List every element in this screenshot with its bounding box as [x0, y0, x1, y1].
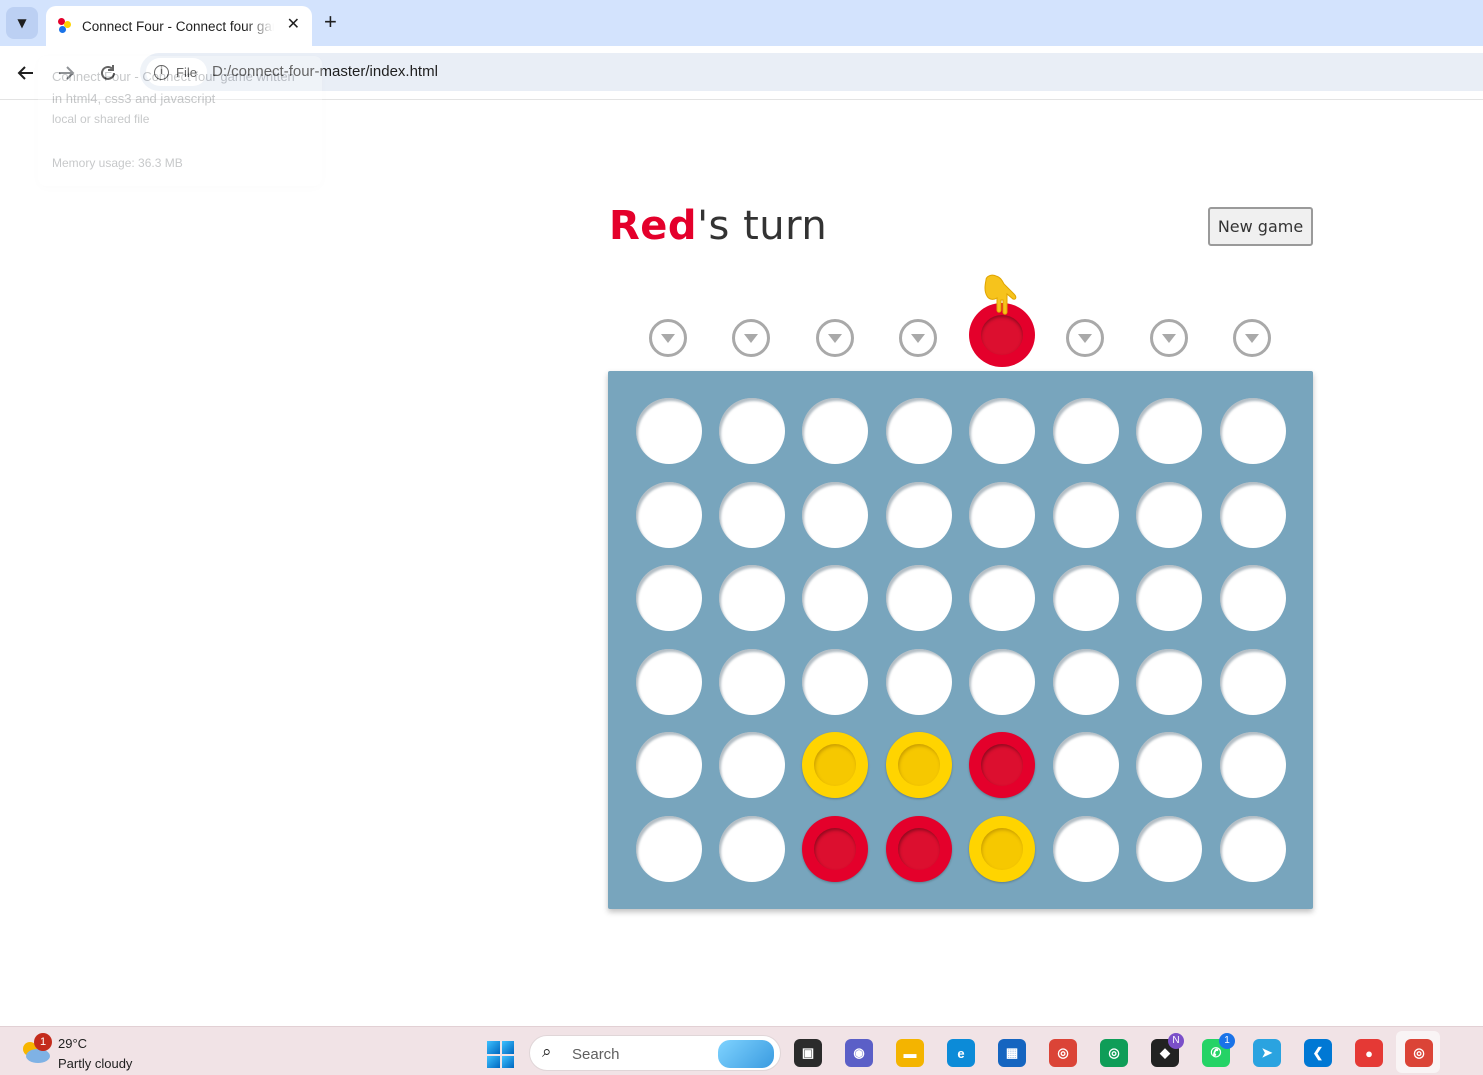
chevron-down-icon: ▼	[17, 16, 27, 30]
new-game-button[interactable]: New game	[1208, 207, 1313, 246]
empty-slot[interactable]	[802, 482, 868, 548]
drop-arrow-icon[interactable]	[649, 319, 687, 357]
empty-slot[interactable]	[1053, 816, 1119, 882]
empty-slot[interactable]	[1053, 732, 1119, 798]
empty-slot[interactable]	[1053, 398, 1119, 464]
red-disc[interactable]	[802, 816, 868, 882]
tab-title: Connect Four - Connect four game written…	[82, 18, 274, 34]
empty-slot[interactable]	[1220, 565, 1286, 631]
turn-suffix: 's turn	[697, 203, 828, 249]
empty-slot[interactable]	[1053, 482, 1119, 548]
yellow-disc[interactable]	[802, 732, 868, 798]
new-tab-button[interactable]: +	[324, 9, 337, 35]
empty-slot[interactable]	[719, 565, 785, 631]
chrome-icon[interactable]: ◎	[1049, 1039, 1077, 1067]
drop-arrow-icon[interactable]	[1233, 319, 1271, 357]
microsoft-store-icon[interactable]: ▦	[998, 1039, 1026, 1067]
empty-slot[interactable]	[636, 816, 702, 882]
drop-arrow-icon[interactable]	[732, 319, 770, 357]
red-disc[interactable]	[886, 816, 952, 882]
vscode-icon[interactable]: ❮	[1304, 1039, 1332, 1067]
weather-description[interactable]: Partly cloudy	[58, 1056, 132, 1071]
windows-taskbar: 1 29°C Partly cloudy ⌕ Search ▣ ◉ ▬ e ▦ ◎ ◎ ◆ ✆ ➤…	[0, 1026, 1483, 1075]
empty-slot[interactable]	[1220, 816, 1286, 882]
back-arrow-icon[interactable]	[12, 59, 40, 87]
search-icon: ⌕	[542, 1042, 552, 1062]
empty-slot[interactable]	[636, 649, 702, 715]
empty-slot[interactable]	[802, 398, 868, 464]
favicon-icon	[58, 18, 72, 34]
windows-start-button[interactable]	[487, 1041, 514, 1068]
empty-slot[interactable]	[1136, 816, 1202, 882]
chrome-active-icon[interactable]: ◎	[1405, 1039, 1433, 1067]
tab-connect-four[interactable]: Connect Four - Connect four game written…	[46, 6, 312, 46]
drop-arrow-icon[interactable]	[899, 319, 937, 357]
telegram-icon[interactable]: ➤	[1253, 1039, 1281, 1067]
tab-strip: ▼ Connect Four - Connect four game writt…	[0, 0, 1483, 46]
empty-slot[interactable]	[1053, 565, 1119, 631]
empty-slot[interactable]	[969, 649, 1035, 715]
file-explorer-icon[interactable]: ▬	[896, 1039, 924, 1067]
empty-slot[interactable]	[1136, 565, 1202, 631]
github-badge: N	[1168, 1033, 1184, 1049]
empty-slot[interactable]	[1136, 398, 1202, 464]
empty-slot[interactable]	[802, 565, 868, 631]
empty-slot[interactable]	[969, 398, 1035, 464]
red-disc[interactable]	[969, 732, 1035, 798]
empty-slot[interactable]	[1136, 732, 1202, 798]
empty-slot[interactable]	[719, 649, 785, 715]
meet-icon[interactable]: ◉	[845, 1039, 873, 1067]
hover-card-memory: Memory usage: 36.3 MB	[52, 156, 183, 170]
weather-notification-badge: 1	[34, 1033, 52, 1051]
tab-search-button[interactable]: ▼	[6, 7, 38, 39]
whatsapp-badge: 1	[1219, 1033, 1235, 1049]
address-bar[interactable]: i File D:/connect-four-master/index.html	[140, 53, 1483, 91]
empty-slot[interactable]	[886, 649, 952, 715]
empty-slot[interactable]	[1220, 732, 1286, 798]
empty-slot[interactable]	[1053, 649, 1119, 715]
search-placeholder: Search	[572, 1046, 620, 1063]
empty-slot[interactable]	[1136, 482, 1202, 548]
yellow-disc[interactable]	[886, 732, 952, 798]
empty-slot[interactable]	[719, 732, 785, 798]
edge-icon[interactable]: e	[947, 1039, 975, 1067]
empty-slot[interactable]	[636, 398, 702, 464]
weather-temperature[interactable]: 29°C	[58, 1036, 87, 1051]
empty-slot[interactable]	[719, 398, 785, 464]
empty-slot[interactable]	[1220, 649, 1286, 715]
recorder-icon[interactable]: ●	[1355, 1039, 1383, 1067]
empty-slot[interactable]	[969, 565, 1035, 631]
turn-status: Red's turn	[609, 203, 827, 249]
drop-arrow-icon[interactable]	[1066, 319, 1104, 357]
empty-slot[interactable]	[886, 565, 952, 631]
empty-slot[interactable]	[636, 732, 702, 798]
yellow-disc[interactable]	[969, 816, 1035, 882]
empty-slot[interactable]	[886, 482, 952, 548]
empty-slot[interactable]	[1136, 649, 1202, 715]
game-board	[608, 371, 1313, 909]
empty-slot[interactable]	[636, 482, 702, 548]
drop-arrow-icon[interactable]	[1150, 319, 1188, 357]
drop-arrow-icon[interactable]	[816, 319, 854, 357]
empty-slot[interactable]	[802, 649, 868, 715]
tab-close-icon[interactable]: ✕	[287, 14, 300, 33]
empty-slot[interactable]	[1220, 398, 1286, 464]
empty-slot[interactable]	[719, 816, 785, 882]
hover-card-subtitle: local or shared file	[52, 112, 150, 126]
current-player-label: Red	[609, 203, 698, 249]
task-view-icon[interactable]: ▣	[794, 1039, 822, 1067]
empty-slot[interactable]	[969, 482, 1035, 548]
chrome-profile-icon[interactable]: ◎	[1100, 1039, 1128, 1067]
empty-slot[interactable]	[886, 398, 952, 464]
search-highlight-art	[718, 1040, 774, 1068]
taskbar-search-box[interactable]: ⌕ Search	[529, 1035, 781, 1071]
pointer-hand-icon	[984, 274, 1017, 315]
hover-card-title: Connect Four - Connect four game written…	[52, 69, 295, 106]
empty-slot[interactable]	[719, 482, 785, 548]
empty-slot[interactable]	[636, 565, 702, 631]
empty-slot[interactable]	[1220, 482, 1286, 548]
tab-hover-card: Connect Four - Connect four game written…	[38, 56, 322, 186]
